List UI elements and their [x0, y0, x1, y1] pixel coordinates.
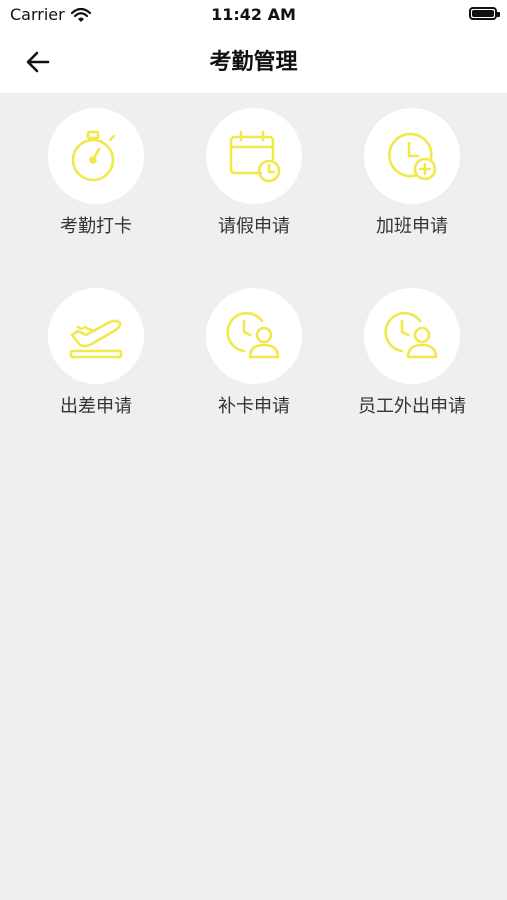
clock-plus-icon [388, 132, 437, 181]
icon-circle [364, 108, 460, 204]
menu-item-label: 考勤打卡 [60, 216, 132, 237]
calendar-clock-icon [229, 130, 281, 183]
menu-item-overtime-request[interactable]: 加班申请 [333, 108, 491, 238]
menu-item-missed-punch[interactable]: 补卡申请 [175, 288, 333, 418]
icon-circle [206, 288, 302, 384]
icon-circle [48, 108, 144, 204]
icon-circle [364, 288, 460, 384]
menu-item-clock-in[interactable]: 考勤打卡 [17, 108, 175, 238]
status-time: 11:42 AM [211, 5, 296, 24]
page-title: 考勤管理 [209, 50, 298, 75]
nav-bar: 考勤管理 [0, 30, 507, 93]
status-bar: Carrier 11:42 AM [0, 0, 507, 30]
clock-user-icon [226, 311, 280, 359]
plane-takeoff-icon [69, 319, 123, 359]
icon-circle [206, 108, 302, 204]
icon-circle [48, 288, 144, 384]
battery-icon [469, 7, 500, 20]
menu-item-label: 补卡申请 [218, 396, 290, 417]
menu-item-label: 员工外出申请 [358, 396, 466, 417]
menu-item-leave-request[interactable]: 请假申请 [175, 108, 333, 238]
menu-item-label: 请假申请 [218, 216, 290, 237]
clock-user-icon [384, 311, 438, 359]
menu-item-business-trip[interactable]: 出差申请 [17, 288, 175, 418]
menu-item-label: 出差申请 [60, 396, 132, 417]
menu-item-going-out-request[interactable]: 员工外出申请 [333, 288, 491, 418]
battery-level [472, 10, 494, 17]
stopwatch-icon [71, 130, 116, 182]
menu-item-label: 加班申请 [376, 216, 448, 237]
